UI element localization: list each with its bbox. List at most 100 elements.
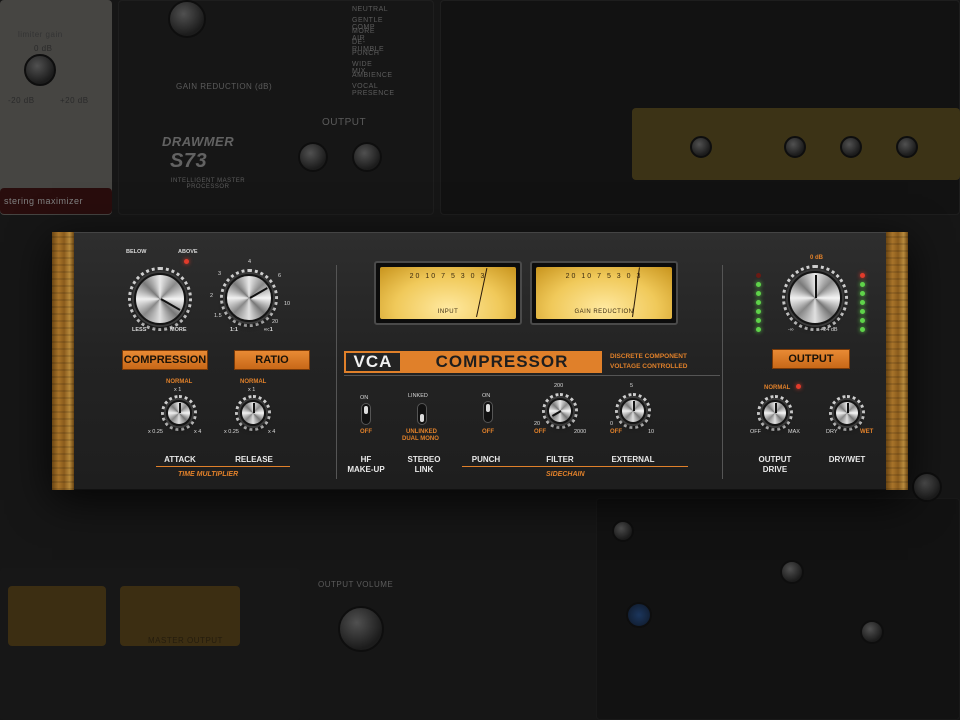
bg-output-volume-knob xyxy=(338,606,384,652)
external-right-label: 10 xyxy=(648,429,655,435)
bg-amp-knob-3 xyxy=(840,136,862,158)
ratio-tick-1-5: 1.5 xyxy=(214,313,222,319)
drive-led xyxy=(796,384,801,389)
dry-wet-knob[interactable] xyxy=(834,400,860,426)
bg-console-knob-1 xyxy=(612,520,634,542)
ratio-knob-pointer xyxy=(249,287,269,299)
title-box-vca: VCA xyxy=(344,351,402,373)
drywet-knob-pointer xyxy=(847,402,849,413)
compression-above-label: ABOVE xyxy=(178,249,198,255)
bg-limiter-knob xyxy=(24,54,56,86)
bg-drawmer-sub: INTELLIGENT MASTER PROCESSOR xyxy=(170,178,246,190)
output-level-led xyxy=(860,291,865,296)
output-level-led xyxy=(756,300,761,305)
external-knob-pointer xyxy=(633,400,635,411)
hf-on-label: ON xyxy=(360,395,369,401)
filter-left-label: 20 xyxy=(534,421,541,427)
output-max-label: +24 dB xyxy=(820,327,838,333)
output-level-led xyxy=(860,318,865,323)
attack-knob[interactable] xyxy=(166,400,192,426)
input-vu-label: INPUT xyxy=(437,309,459,315)
punch-on-label: ON xyxy=(482,393,491,399)
hf-off-label: OFF xyxy=(360,429,372,435)
input-vu-meter: 20 10 7 5 3 0 3 INPUT xyxy=(374,261,522,325)
filter-knob-pointer xyxy=(551,410,562,417)
external-top-label: 5 xyxy=(630,383,634,389)
compression-plate: COMPRESSION xyxy=(122,350,208,370)
subtitle-line-1: DISCRETE COMPONENT xyxy=(610,353,687,360)
bg-limiter-gain-label: limiter gain xyxy=(18,30,63,39)
stereo-linked-label: LINKED xyxy=(408,393,428,399)
title-underline xyxy=(344,375,720,376)
divider-right xyxy=(722,265,723,479)
bg-amp-knob-1 xyxy=(690,136,712,158)
attack-x1-label: x 1 xyxy=(174,387,182,393)
input-vu-scale: 20 10 7 5 3 0 3 xyxy=(409,273,487,280)
output-level-led xyxy=(756,291,761,296)
right-wood-cheek xyxy=(886,232,908,490)
divider-left xyxy=(336,265,337,479)
drive-normal-label: NORMAL xyxy=(764,385,791,391)
bg-preset-item: PUNCH xyxy=(352,50,380,57)
bg-amp-knob-4 xyxy=(896,136,918,158)
bg-drawmer-knob-3 xyxy=(352,142,382,172)
output-level-led xyxy=(756,318,761,323)
output-knob-pointer xyxy=(815,275,817,298)
ratio-tick-2: 2 xyxy=(210,293,214,299)
compression-below-label: BELOW xyxy=(126,249,147,255)
external-knob[interactable] xyxy=(620,398,646,424)
external-left-label: 0 xyxy=(610,421,614,427)
gain-reduction-vu-scale: 20 10 7 5 3 0 3 xyxy=(565,273,643,280)
output-level-led xyxy=(756,309,761,314)
compression-more-label: MORE xyxy=(170,327,187,333)
hf-makeup-toggle[interactable] xyxy=(361,403,371,425)
punch-label: PUNCH xyxy=(471,455,501,464)
ratio-knob[interactable] xyxy=(225,274,273,322)
compression-above-led xyxy=(184,259,189,264)
plugin-faceplate: BELOW ABOVE LESS MORE COMPRESSION 4 3 6 … xyxy=(74,232,886,490)
ratio-max-label: ∞:1 xyxy=(264,327,273,333)
bg-drawmer-knob-2 xyxy=(298,142,328,172)
output-0db-label: 0 dB xyxy=(810,255,824,261)
input-vu-window: 20 10 7 5 3 0 3 INPUT xyxy=(380,267,516,319)
time-multiplier-label: TIME MULTIPLIER xyxy=(178,471,239,478)
ratio-tick-3: 3 xyxy=(218,271,222,277)
compression-knob[interactable] xyxy=(134,273,186,325)
compression-less-label: LESS xyxy=(132,327,147,333)
output-level-led xyxy=(756,273,761,278)
bg-limiter-minus: -20 dB xyxy=(8,96,35,105)
ratio-min-label: 1:1 xyxy=(230,327,238,333)
external-label: EXTERNAL xyxy=(611,455,655,464)
stereo-dual-mono-label: DUAL MONO xyxy=(402,436,439,442)
filter-knob[interactable] xyxy=(547,398,573,424)
output-knob[interactable] xyxy=(788,271,842,325)
drive-label-line-1: OUTPUT xyxy=(758,455,792,464)
bg-drawmer-logo: DRAWMER xyxy=(162,134,235,149)
stereo-label-line-2: LINK xyxy=(414,465,434,474)
drive-off-label: OFF xyxy=(750,429,761,435)
attack-max-label: x 4 xyxy=(194,429,202,435)
attack-knob-pointer xyxy=(179,402,181,413)
stereo-link-toggle[interactable] xyxy=(417,403,427,425)
release-knob[interactable] xyxy=(240,400,266,426)
bg-gain-reduction: GAIN REDUCTION (dB) xyxy=(176,82,273,91)
ratio-tick-6: 6 xyxy=(278,273,282,279)
bg-output-label: OUTPUT xyxy=(322,117,367,128)
output-plate: OUTPUT xyxy=(772,349,850,369)
bg-preset-item: VOCAL PRESENCE xyxy=(352,83,395,97)
bg-mastering-label: stering maximizer xyxy=(4,196,84,206)
attack-normal-label: NORMAL xyxy=(166,379,193,385)
bg-console-knob-5 xyxy=(626,602,652,628)
attack-label: ATTACK xyxy=(164,455,196,464)
filter-top-label: 200 xyxy=(554,383,564,389)
bg-limiter-plus: +20 dB xyxy=(60,96,89,105)
output-level-led xyxy=(860,309,865,314)
gain-reduction-vu-meter: 20 10 7 5 3 0 3 GAIN REDUCTION xyxy=(530,261,678,325)
output-level-led xyxy=(860,327,865,332)
drive-label-line-2: DRIVE xyxy=(762,465,788,474)
output-drive-knob[interactable] xyxy=(762,400,788,426)
ratio-plate: RATIO xyxy=(234,350,310,370)
release-normal-label: NORMAL xyxy=(240,379,267,385)
punch-toggle[interactable] xyxy=(483,401,493,423)
compression-knob-pointer xyxy=(160,298,181,311)
